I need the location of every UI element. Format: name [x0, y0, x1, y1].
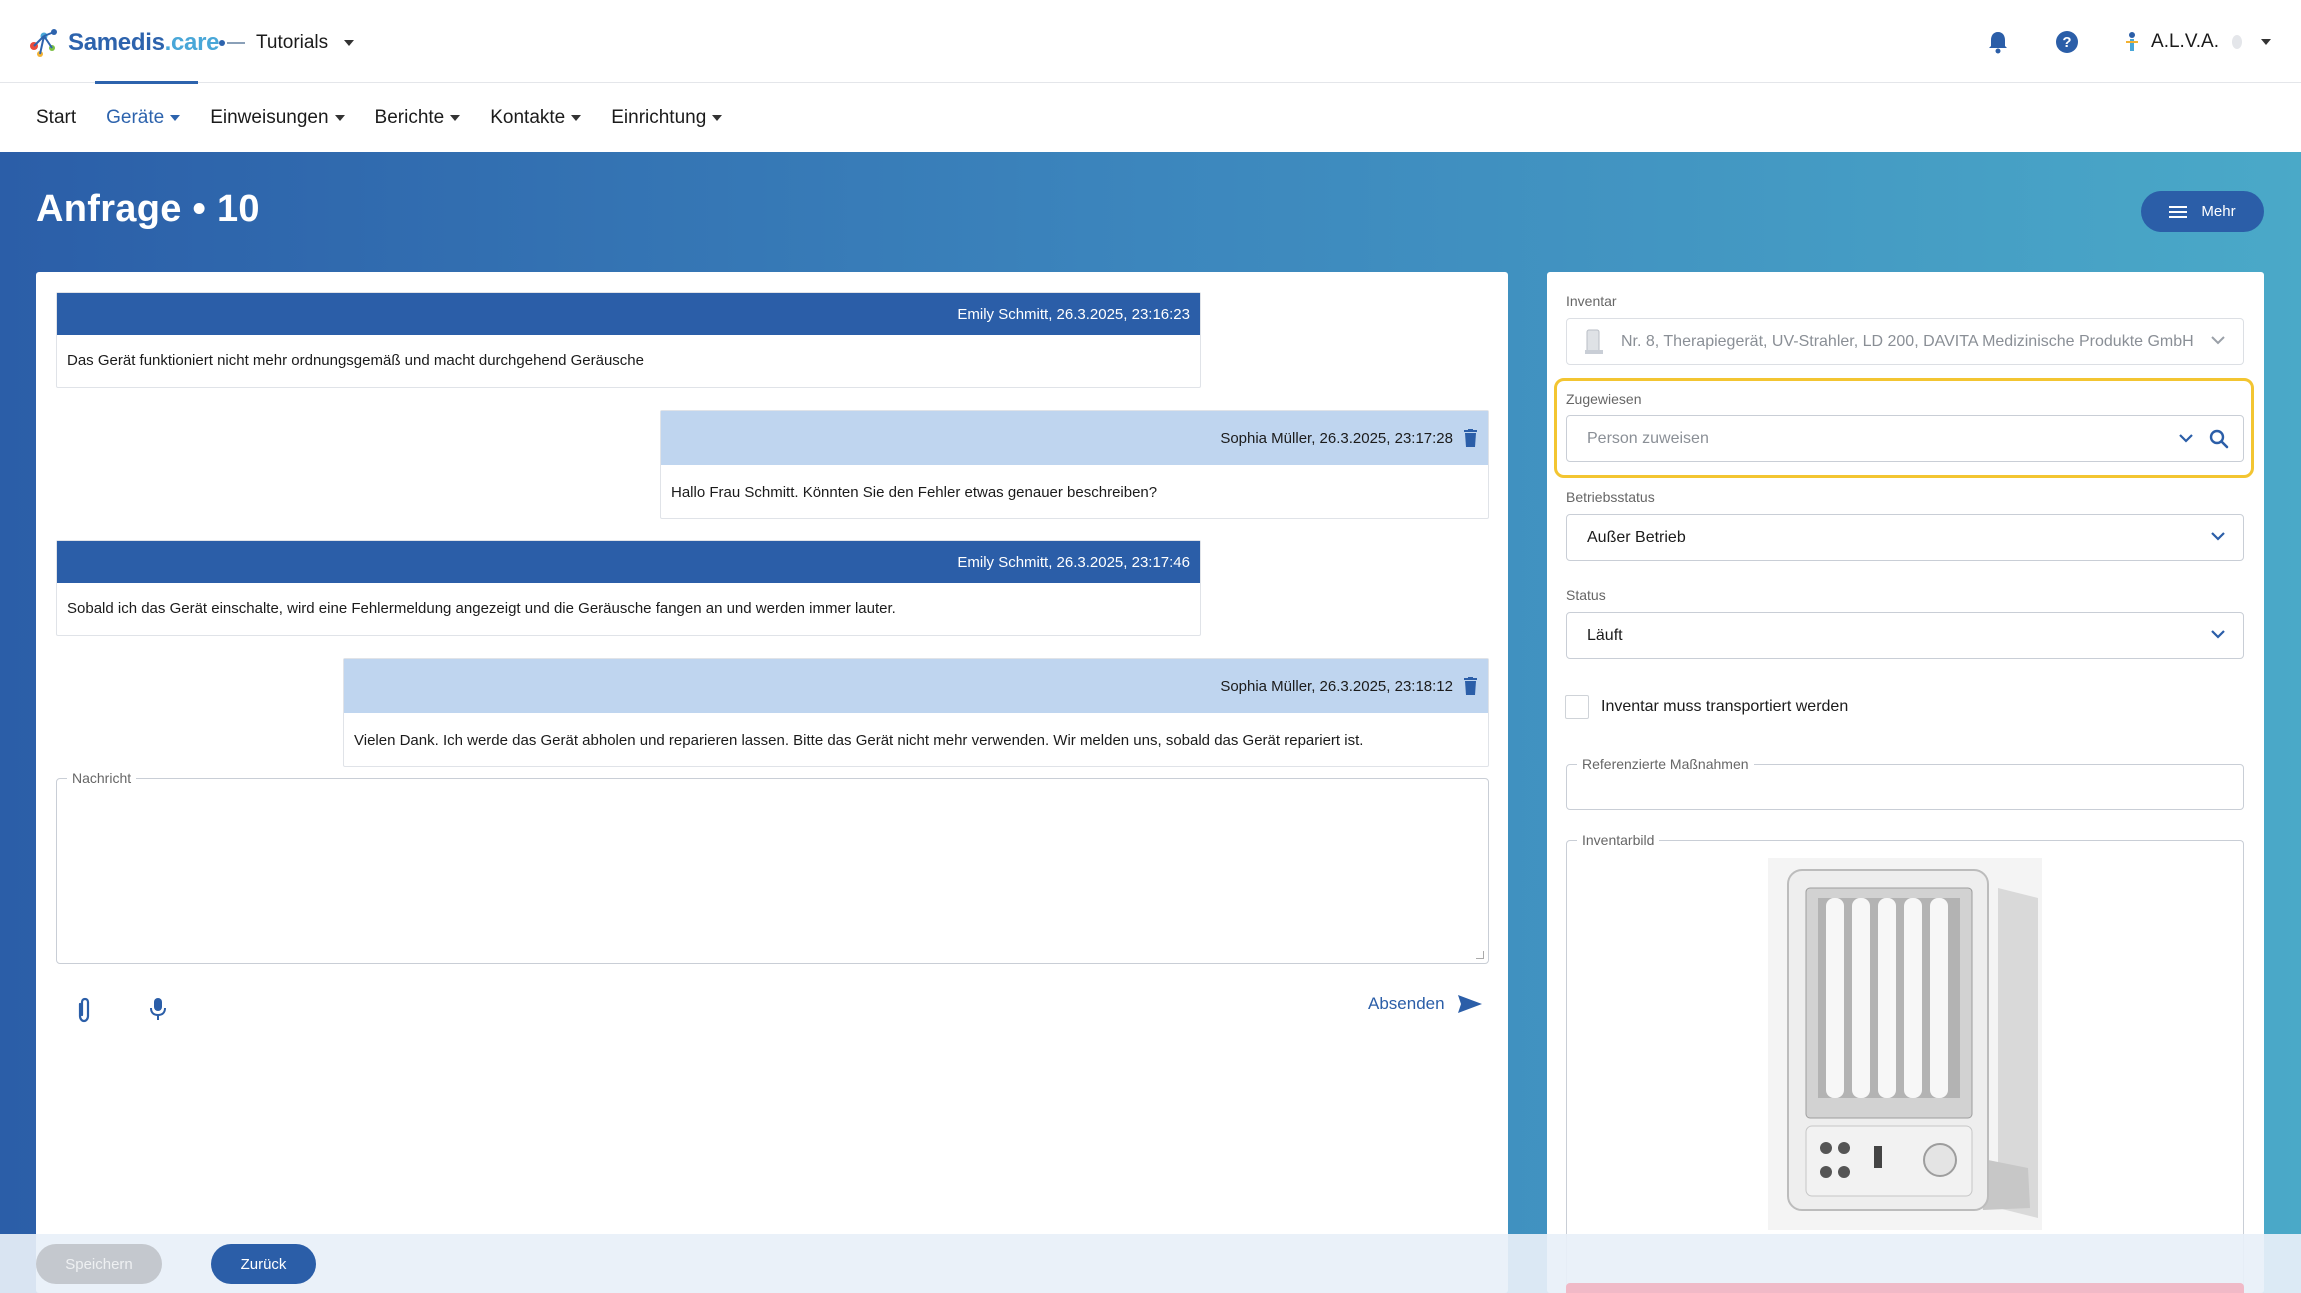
status-label: Status [1566, 587, 1606, 603]
transport-label: Inventar muss transportiert werden [1601, 698, 1849, 715]
nav-label: Start [36, 107, 77, 128]
microphone-icon[interactable] [148, 997, 168, 1021]
page-title: Anfrage • 10 [36, 188, 260, 230]
message-text: Hallo Frau Schmitt. Könnten Sie den Fehl… [671, 483, 1158, 501]
nav-einweisungen[interactable]: Einweisungen [210, 107, 345, 129]
back-button[interactable]: Zurück [211, 1244, 316, 1284]
nav-label: Berichte [374, 107, 445, 128]
assign-person-placeholder: Person zuweisen [1587, 429, 1709, 447]
status-select[interactable]: Läuft [1566, 612, 2244, 659]
chevron-down-icon [2211, 630, 2225, 639]
main-nav: Start Geräte Einweisungen Berichte Konta… [0, 84, 2301, 152]
message-header: Sophia Müller, 26.3.2025, 23:18:12 [344, 659, 1488, 713]
trash-icon[interactable] [1463, 677, 1478, 695]
logo-mark-icon [30, 29, 57, 57]
message-input-label: Nachricht [67, 770, 137, 786]
tenant-logo-icon [219, 40, 245, 46]
status-icon [2232, 35, 2242, 49]
search-icon[interactable] [2209, 429, 2229, 449]
nav-einrichtung[interactable]: Einrichtung [611, 107, 723, 129]
send-button-label: Absenden [1368, 994, 1445, 1013]
brand-suffix: .care [164, 29, 220, 56]
user-name: A.L.V.A. [2151, 31, 2219, 52]
nav-berichte[interactable]: Berichte [375, 107, 461, 129]
bell-icon[interactable] [1987, 30, 2009, 54]
inventory-image-label: Inventarbild [1577, 832, 1660, 848]
app-logo[interactable]: Samedis.care [26, 26, 219, 60]
nav-geraete[interactable]: Geräte [106, 107, 181, 129]
message-outgoing: Sophia Müller, 26.3.2025, 23:18:12 Viele… [343, 658, 1489, 767]
chevron-down-icon [2211, 336, 2225, 345]
inventory-label: Inventar [1566, 293, 1617, 309]
inventory-select[interactable]: Nr. 8, Therapiegerät, UV-Strahler, LD 20… [1566, 318, 2244, 365]
assign-person-input[interactable]: Person zuweisen [1566, 415, 2244, 462]
assigned-label: Zugewiesen [1566, 391, 1642, 407]
chevron-down-icon [170, 115, 181, 121]
message-text: Das Gerät funktioniert nicht mehr ordnun… [67, 351, 644, 369]
user-menu[interactable]: A.L.V.A. [2125, 31, 2271, 53]
resize-handle[interactable] [1476, 951, 1484, 959]
more-button-label: Mehr [2201, 203, 2236, 220]
message-text: Vielen Dank. Ich werde das Gerät abholen… [354, 731, 1364, 749]
more-button[interactable]: Mehr [2141, 191, 2264, 232]
save-button[interactable]: Speichern [36, 1244, 162, 1284]
chevron-down-icon[interactable] [2179, 434, 2193, 443]
tenant-switcher[interactable]: Tutorials [218, 32, 355, 54]
referenced-measures-field[interactable]: Referenzierte Maßnahmen [1566, 756, 2244, 810]
message-header: Sophia Müller, 26.3.2025, 23:17:28 [661, 411, 1488, 465]
brand-name: Samedis.care [68, 29, 219, 57]
inventory-image[interactable] [1768, 858, 2042, 1230]
referenced-measures-label: Referenzierte Maßnahmen [1577, 756, 1754, 772]
message-input[interactable]: Nachricht [56, 770, 1489, 964]
back-button-label: Zurück [240, 1255, 287, 1273]
svg-text:?: ? [2062, 34, 2071, 51]
nav-start[interactable]: Start [36, 107, 76, 129]
message-author-time: Emily Schmitt, 26.3.2025, 23:16:23 [957, 305, 1190, 323]
message-incoming: Emily Schmitt, 26.3.2025, 23:17:46 Sobal… [56, 540, 1201, 636]
status-strip [1566, 1283, 2244, 1293]
help-icon[interactable]: ? [2055, 30, 2079, 54]
user-avatar-icon [2126, 32, 2139, 51]
nav-kontakte[interactable]: Kontakte [490, 107, 582, 129]
nav-label: Geräte [106, 107, 165, 128]
operating-status-select[interactable]: Außer Betrieb [1566, 514, 2244, 561]
chevron-down-icon [450, 115, 461, 121]
device-thumbnail-icon [1585, 329, 1603, 354]
chevron-down-icon [334, 115, 345, 121]
message-incoming: Emily Schmitt, 26.3.2025, 23:16:23 Das G… [56, 292, 1201, 388]
chevron-down-icon [344, 40, 355, 46]
menu-icon [2169, 205, 2188, 218]
nav-label: Einrichtung [611, 107, 707, 128]
brand-main: Samedis [68, 29, 165, 56]
tenant-name: Tutorials [256, 32, 329, 53]
operating-status-value: Außer Betrieb [1587, 528, 1686, 546]
nav-label: Kontakte [490, 107, 566, 128]
chevron-down-icon [571, 115, 582, 121]
status-value: Läuft [1587, 626, 1623, 644]
message-header: Emily Schmitt, 26.3.2025, 23:17:46 [57, 541, 1200, 583]
message-author-time: Sophia Müller, 26.3.2025, 23:18:12 [1220, 677, 1453, 695]
inventory-value: Nr. 8, Therapiegerät, UV-Strahler, LD 20… [1621, 332, 2194, 350]
message-text: Sobald ich das Gerät einschalte, wird ei… [67, 599, 896, 617]
trash-icon[interactable] [1463, 429, 1478, 447]
paperclip-icon[interactable] [73, 997, 95, 1023]
send-button[interactable]: Absenden [1368, 994, 1483, 1014]
message-outgoing: Sophia Müller, 26.3.2025, 23:17:28 Hallo… [660, 410, 1489, 519]
transport-checkbox[interactable] [1565, 695, 1589, 719]
message-header: Emily Schmitt, 26.3.2025, 23:16:23 [57, 293, 1200, 335]
nav-label: Einweisungen [210, 107, 329, 128]
message-author-time: Emily Schmitt, 26.3.2025, 23:17:46 [957, 553, 1190, 571]
top-actions: ? A.L.V.A. [1987, 30, 2271, 54]
send-icon [1457, 995, 1482, 1013]
chevron-down-icon [712, 115, 723, 121]
message-author-time: Sophia Müller, 26.3.2025, 23:17:28 [1220, 429, 1453, 447]
operating-status-label: Betriebsstatus [1566, 489, 1655, 505]
save-button-label: Speichern [65, 1255, 133, 1273]
chevron-down-icon [2211, 532, 2225, 541]
top-bar: Samedis.care Tutorials ? A.L.V.A. [0, 0, 2301, 83]
chevron-down-icon [2261, 39, 2271, 45]
